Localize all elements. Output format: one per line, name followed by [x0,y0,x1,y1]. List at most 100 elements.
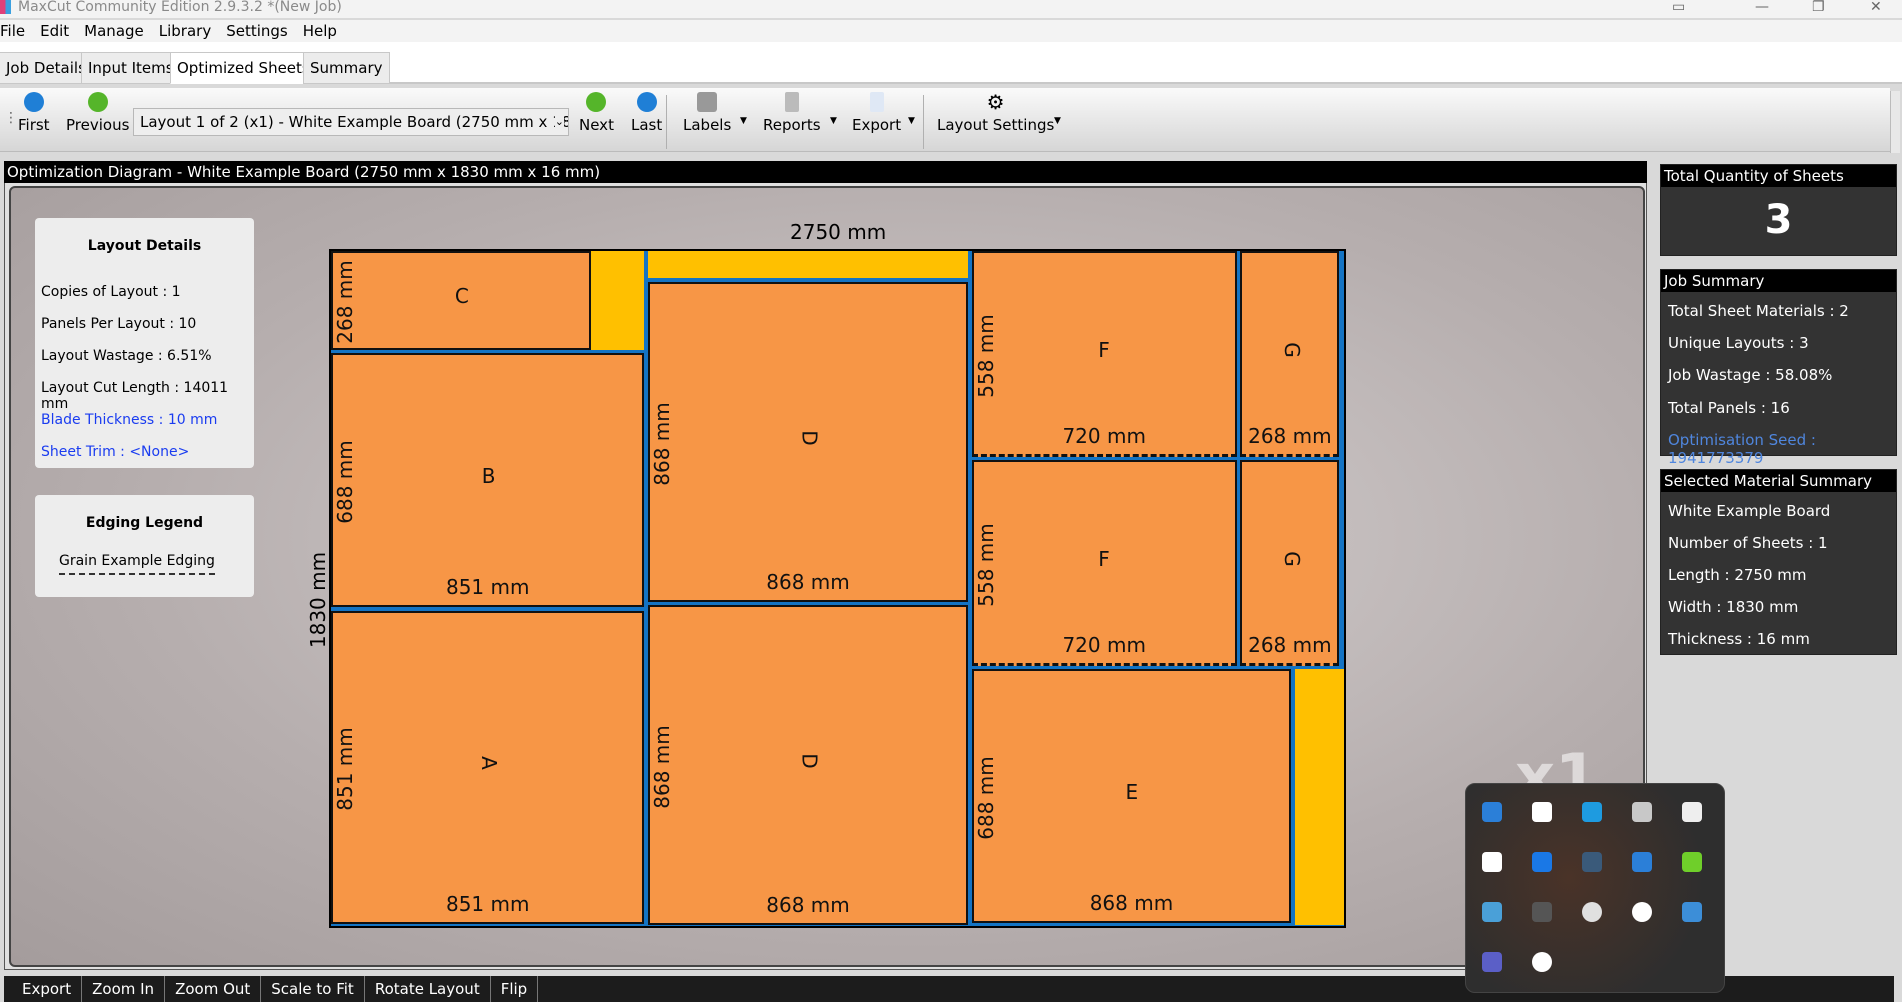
layout-cut-length: Layout Cut Length : 14011 mm [41,380,229,412]
remote-desktop-icon[interactable] [1482,902,1502,922]
menu-settings[interactable]: Settings [220,20,297,42]
maximize-button[interactable]: ❐ [1812,0,1825,14]
chevron-down-icon: ⌄ [554,109,564,135]
app-logo-icon [0,0,11,14]
menu-file[interactable]: File [0,20,34,42]
title-bar: MaxCut Community Edition 2.9.3.2 *(New J… [0,0,1902,18]
panel-g[interactable]: G 268 mm [1240,251,1340,457]
previous-button[interactable]: Previous [66,92,129,134]
panel-height-label: 688 mm [973,756,998,840]
layout-details-card: Layout Details Copies of Layout : 1 Pane… [35,218,254,468]
panel-name: D [797,753,822,769]
first-button[interactable]: First [18,92,50,134]
panel-width-label: 851 mm [445,574,530,599]
export-dropdown-caret-icon[interactable]: ▼ [908,116,915,126]
edge-icon[interactable] [1582,802,1602,822]
capture-icon[interactable] [1532,902,1552,922]
job-wastage: Job Wastage : 58.08% [1668,366,1833,384]
security-warning-icon[interactable] [1632,852,1652,872]
bluetooth-icon[interactable] [1532,852,1552,872]
waste-area [648,251,968,279]
toolbar-divider [923,95,924,149]
export-diagram-button[interactable]: Export [22,976,83,1002]
hp-support-icon[interactable] [1482,852,1502,872]
menu-edit[interactable]: Edit [34,20,78,42]
optimisation-seed-link[interactable]: Optimisation Seed : 1941773379 [1668,431,1896,467]
panel-height-label: 558 mm [973,523,998,607]
toolbar-scrollbar[interactable] [1890,91,1900,153]
total-panels: Total Panels : 16 [1668,399,1790,417]
zoom-out-button[interactable]: Zoom Out [165,976,262,1002]
export-button[interactable]: Export [852,92,901,134]
panel-height-label: 868 mm [650,725,675,809]
panel-f[interactable]: F 558 mm 720 mm [971,251,1237,457]
next-button[interactable]: Next [579,92,614,134]
tablet-icon[interactable]: ▭ [1672,0,1685,14]
total-sheet-materials: Total Sheet Materials : 2 [1668,302,1849,320]
material-length: Length : 2750 mm [1668,566,1807,584]
menu-manage[interactable]: Manage [78,20,153,42]
tab-job-details[interactable]: Job Details [0,52,93,84]
panel-g[interactable]: G 268 mm [1240,460,1340,666]
panel-height-label: 688 mm [333,440,357,524]
layout-details-title: Layout Details [87,238,202,254]
tab-summary[interactable]: Summary [303,52,390,84]
flip-button[interactable]: Flip [491,976,539,1002]
headphones-icon[interactable] [1582,902,1602,922]
rotate-layout-button[interactable]: Rotate Layout [365,976,491,1002]
menu-library[interactable]: Library [153,20,220,42]
gear-icon: ⚙ [986,90,1005,114]
panel-width-label: 851 mm [445,891,530,916]
total-quantity-value: 3 [1764,197,1793,243]
panel-width-label: 868 mm [766,893,850,918]
google-drive-icon[interactable] [1532,802,1552,822]
hp-smart-icon[interactable] [1582,852,1602,872]
panel-width-label: 720 mm [1062,423,1146,448]
teams-icon[interactable] [1482,952,1502,972]
panel-a[interactable]: A 851 mm 851 mm [331,610,645,924]
layout-settings-button[interactable]: ⚙ Layout Settings [937,92,1054,134]
scale-to-fit-button[interactable]: Scale to Fit [261,976,365,1002]
network-printer-icon[interactable] [1632,802,1652,822]
panel-d[interactable]: D 868 mm 868 mm [648,281,968,602]
toolbar-grip-icon[interactable]: ⋮ [4,110,18,126]
sheet-board[interactable]: C 268 mm B 688 mm 851 mm A 851 mm 851 mm D 868 mm… [329,249,1346,928]
blade-thickness-link[interactable]: Blade Thickness : 10 mm [41,412,217,428]
waste-area [1295,669,1344,926]
labels-dropdown-caret-icon[interactable]: ▼ [740,116,747,126]
panel-width-label: 268 mm [1248,423,1332,448]
layout-select[interactable]: Layout 1 of 2 (x1) - White Example Board… [133,108,569,136]
panel-d[interactable]: D 868 mm 868 mm [648,605,968,926]
close-button[interactable]: ✕ [1870,0,1882,14]
menu-bar: File Edit Manage Library Settings Help [0,20,1902,42]
edging-legend-card: Edging Legend Grain Example Edging [35,495,254,597]
panel-b[interactable]: B 688 mm 851 mm [331,353,645,607]
panels-per-layout: Panels Per Layout : 10 [41,316,197,332]
zoom-in-button[interactable]: Zoom In [82,976,166,1002]
labels-button[interactable]: Labels [683,92,731,134]
tab-optimized-sheets[interactable]: Optimized Sheets [170,52,317,84]
toolbar-divider [666,95,667,149]
material-width: Width : 1830 mm [1668,598,1799,616]
tab-input-items[interactable]: Input Items [81,52,181,84]
sheet-trim-link[interactable]: Sheet Trim : <None> [41,444,189,460]
reports-dropdown-caret-icon[interactable]: ▼ [830,116,837,126]
panel-name: A [476,756,501,771]
defender-icon[interactable] [1482,802,1502,822]
layout-settings-dropdown-caret-icon[interactable]: ▼ [1054,116,1061,126]
minimize-button[interactable]: — [1755,0,1769,14]
panel-height-label: 268 mm [333,260,357,345]
power-icon[interactable] [1632,902,1652,922]
panel-f[interactable]: F 558 mm 720 mm [971,460,1237,666]
last-button[interactable]: Last [631,92,662,134]
menu-help[interactable]: Help [297,20,346,42]
greenshot-icon[interactable] [1682,852,1702,872]
network-share-icon[interactable] [1682,902,1702,922]
grammarly-icon[interactable] [1532,952,1552,972]
usb-icon[interactable] [1682,802,1702,822]
total-quantity-panel: Total Quantity of Sheets 3 [1660,164,1897,256]
panel-e[interactable]: E 688 mm 868 mm [971,669,1292,923]
panel-c[interactable]: C 268 mm [331,251,591,350]
panel-name: D [797,430,822,446]
reports-button[interactable]: Reports [763,92,821,134]
